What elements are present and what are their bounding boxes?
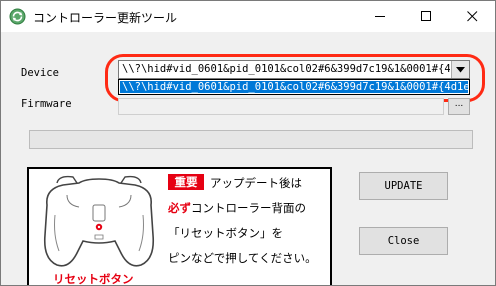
minimize-icon: [374, 16, 385, 17]
device-label: Device: [21, 67, 59, 79]
notice-line-4: ピンなどで押してください。: [168, 251, 317, 265]
reset-button-label: リセットボタン: [53, 272, 134, 286]
reset-notice-panel: リセットボタン 重要 アップデート後は 必ずコントローラー背面の 「リセットボタ…: [27, 167, 332, 286]
firmware-path-field[interactable]: [118, 98, 444, 115]
close-button[interactable]: Close: [359, 227, 448, 255]
maximize-icon: [420, 11, 431, 21]
notice-emphasis: 必ず: [168, 201, 191, 215]
update-progress-bar: [29, 130, 473, 149]
app-icon: [9, 8, 26, 25]
app-window: コントローラー更新ツール Device \\?\hid#vid_0601&pid…: [0, 0, 496, 286]
firmware-label: Firmware: [21, 98, 72, 110]
notice-line-2-rest: コントローラー背面の: [191, 201, 306, 215]
minimize-button[interactable]: [357, 1, 403, 32]
browse-button[interactable]: ...: [448, 98, 470, 115]
maximize-button[interactable]: [403, 1, 449, 32]
close-window-button[interactable]: [449, 1, 495, 32]
close-icon: [466, 11, 477, 22]
notice-line-1: アップデート後は: [210, 176, 302, 190]
important-badge: 重要: [168, 174, 204, 190]
notice-line-2: 必ずコントローラー背面の: [168, 200, 306, 216]
title-bar[interactable]: コントローラー更新ツール: [1, 1, 495, 32]
window-title: コントローラー更新ツール: [33, 11, 178, 25]
window-body: Device \\?\hid#vid_0601&pid_0101&col02#6…: [1, 32, 495, 285]
controller-back-illustration: [43, 175, 155, 267]
update-button[interactable]: UPDATE: [359, 172, 448, 200]
highlight-ring: [105, 54, 485, 102]
notice-line-3: 「リセットボタン」を: [168, 226, 283, 240]
